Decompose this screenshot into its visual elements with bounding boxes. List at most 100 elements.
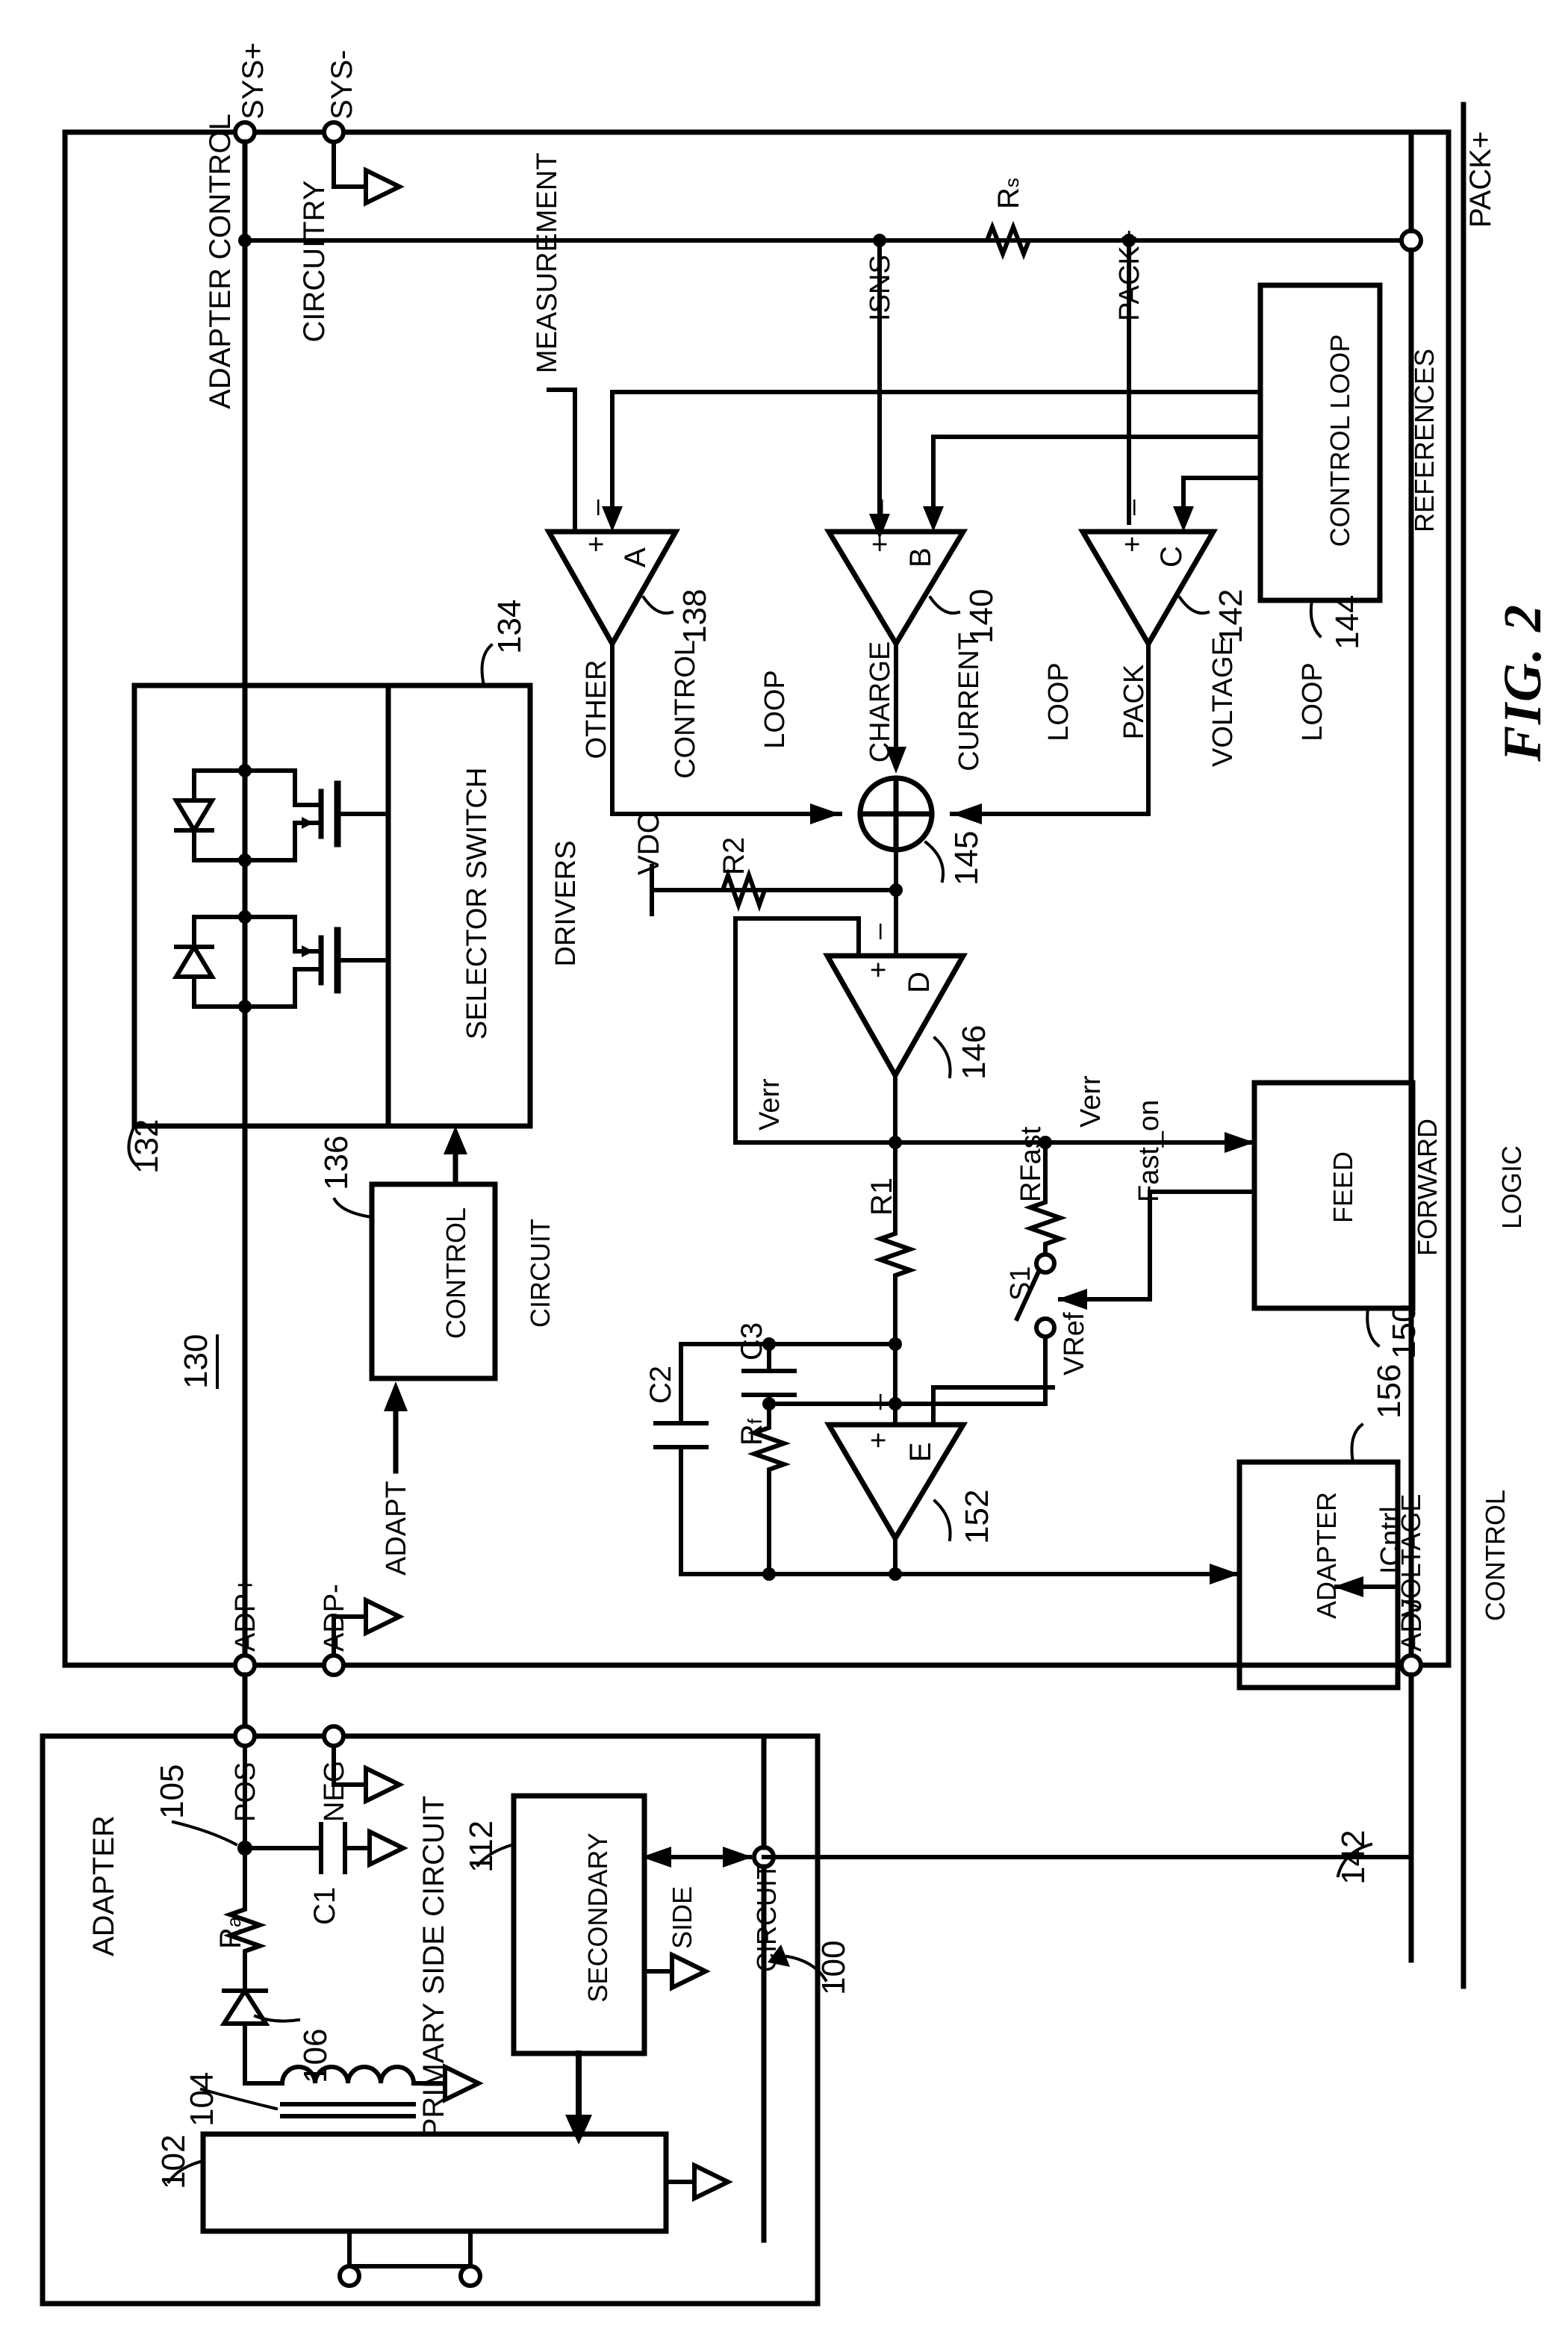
label-r1: R1 [865, 1177, 898, 1216]
ref-150: 150 [1386, 1304, 1422, 1359]
label-adp-minus: ADP- [319, 1584, 350, 1652]
ref-138-leader [641, 595, 674, 615]
label-pack-plus-right: PACK+ [1464, 131, 1497, 228]
label-c3: C3 [735, 1322, 768, 1361]
fast-on-arrow [1057, 1289, 1087, 1310]
amp-c-minus: – [1117, 499, 1148, 515]
resistor-rs [976, 220, 1042, 261]
amp-d-letter: D [903, 971, 936, 993]
ref-102: 102 [155, 2134, 192, 2189]
resistor-rfast [1023, 1192, 1068, 1254]
amp-b-minus: – [865, 499, 896, 515]
control-circuit-label: CONTROL CIRCUIT [440, 1207, 556, 1340]
label-verr-out: Verr [1075, 1075, 1107, 1128]
label-pos: POS [230, 1761, 261, 1822]
ref-146-leader [933, 1036, 952, 1079]
amp-e-to-avc-arrow [1210, 1564, 1239, 1585]
ref-152-leader [933, 1499, 952, 1542]
amp-e-triangle [824, 1422, 968, 1543]
ref-134: 134 [491, 599, 528, 654]
amp-d-triangle [822, 953, 968, 1081]
ref-line-a [610, 390, 1263, 517]
label-c2: C2 [644, 1365, 677, 1404]
ref-136-leader [332, 1197, 374, 1219]
label-measurement: MEASUREMENT [532, 152, 563, 373]
switch-s1-contact-bottom [1034, 1316, 1057, 1339]
ref-104: 104 [184, 2071, 220, 2127]
c1-ground-arrow [367, 1828, 408, 1868]
mosfet2-arrow [302, 945, 314, 957]
adapter-control-title: ADAPTER CONTROL CIRCUITRY [204, 113, 331, 409]
amp-a-plus: + [581, 535, 612, 553]
secondary-to-primary-arrow [565, 2115, 592, 2145]
adp-minus-terminal [322, 1653, 346, 1677]
ref-112: 112 [463, 1820, 500, 1873]
mosfet2-drain [243, 915, 297, 954]
ref-142-adapter: 142 [1335, 1829, 1372, 1885]
ref-152: 152 [959, 1489, 995, 1544]
label-rs: Rs [992, 178, 1025, 209]
ref-134-leader [480, 643, 494, 688]
primary-side-circuit-label: PRIMARY SIDE CIRCUIT [417, 1795, 450, 2139]
pos-terminal [233, 1724, 257, 1748]
label-rfast: RFast [1015, 1126, 1047, 1202]
ref-105: 105 [154, 1764, 190, 1819]
adp-plus-terminal [233, 1653, 257, 1677]
transformer-core [280, 2102, 416, 2118]
label-neg: NEG [319, 1760, 350, 1822]
mosfet2-source [243, 967, 297, 1009]
figure-caption: FIG. 2 [1493, 603, 1552, 762]
label-verr-feedback: Verr [754, 1078, 785, 1131]
amp-d-minus: – [863, 923, 895, 939]
selector-switch-block [131, 682, 391, 1129]
mosfet1-source [243, 821, 297, 862]
label-r2: R2 [718, 836, 750, 875]
label-adapt: ADAPT [381, 1481, 412, 1576]
mains-terminal-2 [458, 2264, 482, 2288]
ref-156: 156 [1371, 1363, 1407, 1419]
adp-minus-ground-arrow [364, 1596, 405, 1637]
amp-e-plus: + [863, 1431, 895, 1449]
amp-e-minus: – [863, 1393, 895, 1410]
ref-100: 100 [815, 1940, 852, 1995]
label-adp-plus: ADP+ [230, 1576, 261, 1652]
ref-130: 130 [178, 1334, 219, 1389]
verr-to-ffl-arrow [1225, 1132, 1254, 1153]
label-rf: Rf [735, 1418, 768, 1446]
ref-106: 106 [297, 2028, 334, 2083]
pack-plus-terminal [1399, 228, 1423, 252]
label-c1: C1 [308, 1886, 341, 1925]
label-isns: ISNS [865, 255, 896, 321]
neg-terminal [322, 1724, 346, 1748]
ref-line-c [1181, 476, 1263, 517]
amp-c-letter: C [1155, 546, 1188, 567]
mosfet1-drain [243, 768, 297, 807]
resistor-r2 [711, 868, 777, 912]
amp-a-letter: A [619, 547, 652, 567]
ref-136: 136 [318, 1135, 355, 1190]
mains-terminal-1 [337, 2264, 361, 2288]
ref-145-leader [924, 840, 945, 883]
label-s1: S1 [1005, 1266, 1036, 1301]
capacitor-c2 [653, 1421, 709, 1449]
ref-146: 146 [956, 1024, 992, 1080]
control-loop-references-label: CONTROL LOOP REFERENCES [1324, 334, 1440, 547]
body-diode-2 [172, 942, 217, 979]
label-pack-plus-node: PACK+ [1114, 229, 1145, 321]
label-fast-on: Fast_on [1133, 1099, 1165, 1202]
sys-minus-ground-arrow [364, 167, 405, 207]
label-adj: ADJ [1396, 1598, 1428, 1652]
patent-figure-page: SYS+ SYS- PACK+ Rs ISNS PACK+ ADAPTER CO… [0, 0, 1568, 2326]
ref-145: 145 [948, 830, 985, 886]
feed-forward-logic-label: FEED FORWARD LOGIC [1327, 1119, 1528, 1256]
ref-150-leader [1366, 1306, 1381, 1348]
amp-a-output-arrow [810, 803, 840, 824]
label-vref: VRef [1059, 1312, 1090, 1375]
label-icntrl: ICntrl [1375, 1506, 1407, 1574]
mosfet1-arrow [302, 817, 314, 829]
amp-c-plus: + [1117, 535, 1148, 553]
primary-ground-arrow [692, 2162, 733, 2202]
neg-ground-arrow [364, 1764, 405, 1805]
amp-c-output-arrow [952, 803, 982, 824]
amp-b-plus: + [865, 535, 896, 553]
